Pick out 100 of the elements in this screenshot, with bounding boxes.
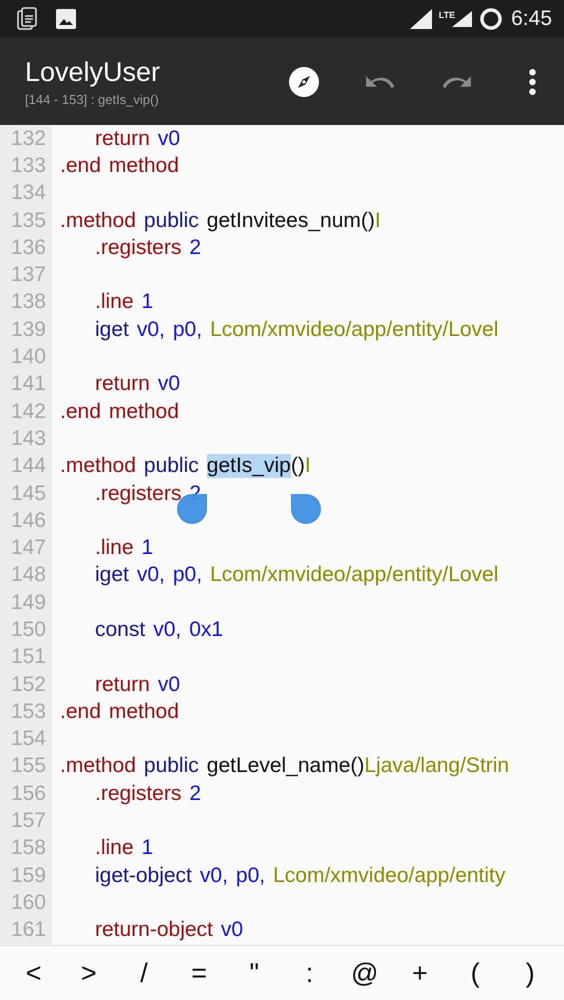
type-token: Ljava/lang/Strin [364, 754, 510, 778]
line-number: 143 [10, 426, 47, 451]
directive-token: method [108, 700, 179, 724]
directive-token: .registers [95, 236, 182, 260]
register-token: 2 [189, 782, 202, 806]
register-token: v0, [153, 618, 182, 642]
line-number: 159 [10, 864, 47, 888]
directive-token: return-object [95, 918, 213, 942]
name-token: getIs_vip [206, 454, 291, 478]
documents-icon [17, 7, 39, 31]
line-number: 132 [10, 126, 47, 151]
line-number: 145 [10, 482, 47, 506]
line-number: 151 [10, 645, 47, 670]
register-token: 1 [142, 290, 154, 314]
symbol-key[interactable]: : [290, 958, 330, 989]
symbol-key[interactable]: > [68, 958, 109, 989]
directive-token: .method [60, 754, 136, 778]
register-token: 1 [142, 536, 154, 560]
line-number: 140 [10, 345, 47, 370]
line-number: 136 [10, 236, 47, 260]
line-number: 153 [10, 700, 47, 724]
type-token: I [304, 454, 311, 478]
directive-token: method [108, 400, 179, 424]
line-number: 134 [10, 181, 47, 206]
name-token: getInvitees_num() [206, 208, 375, 233]
line-number: 154 [10, 727, 47, 752]
line-number: 147 [10, 536, 47, 560]
register-token: v0, [200, 864, 228, 888]
redo-icon [442, 76, 470, 88]
line-number: 156 [10, 782, 47, 806]
keyword-token: public [144, 754, 199, 778]
line-number: 144 [10, 454, 47, 478]
directive-token: .registers [95, 482, 182, 506]
register-token: v0 [158, 126, 180, 151]
register-token: p0, [172, 318, 202, 342]
symbol-key[interactable]: " [234, 958, 274, 989]
line-number: 146 [10, 508, 47, 533]
register-token: 1 [142, 836, 154, 860]
directive-token: .end [60, 400, 101, 424]
line-number: 135 [10, 208, 47, 233]
selection-handle[interactable] [290, 494, 321, 524]
directive-token: .end [60, 700, 101, 724]
line-number: 149 [10, 590, 47, 615]
line-number: 138 [10, 290, 47, 314]
network-type: LTE [438, 10, 456, 20]
line-number: 158 [10, 836, 47, 860]
keyword-token: public [144, 454, 199, 478]
line-number: 155 [10, 754, 47, 778]
symbol-key[interactable]: / [124, 958, 164, 989]
line-number: 157 [10, 809, 47, 834]
directive-token: .end [60, 154, 101, 178]
directive-token: return [95, 126, 150, 151]
signal-icon [408, 8, 433, 30]
line-number: 142 [10, 400, 47, 424]
directive-token: .line [95, 536, 134, 560]
symbol-key[interactable]: ( [455, 958, 496, 989]
battery-ring-icon [479, 7, 504, 31]
register-token: p0, [172, 563, 202, 588]
name-token: getLevel_name() [206, 754, 364, 778]
type-token: Lcom/xmvideo/app/entity/Lovel [210, 318, 498, 342]
line-number: 160 [10, 890, 47, 915]
directive-token: .method [60, 454, 136, 478]
undo-icon [366, 76, 394, 88]
name-token: () [290, 454, 305, 478]
directive-token: .registers [95, 782, 182, 806]
directive-token: .line [95, 836, 134, 860]
symbol-key[interactable]: ) [510, 958, 550, 989]
line-number: 133 [10, 154, 47, 178]
keyword-token: public [144, 208, 199, 233]
symbol-key[interactable]: < [14, 958, 54, 989]
type-token: Lcom/xmvideo/app/entity [273, 864, 506, 888]
line-number: 152 [10, 672, 47, 697]
keyword-token: iget-object [95, 864, 192, 888]
directive-token: .line [95, 290, 134, 314]
line-number: 139 [10, 318, 47, 342]
register-token: 0x1 [189, 618, 224, 642]
register-token: v0, [136, 318, 165, 342]
clock-time: 6:45 [511, 7, 552, 31]
more-icon [528, 68, 536, 94]
keyword-token: const [95, 618, 146, 642]
compass-button[interactable] [288, 66, 320, 98]
register-token: v0 [158, 372, 180, 396]
symbol-key[interactable]: @ [344, 958, 385, 989]
keyword-token: iget [95, 563, 129, 588]
register-token: v0, [136, 563, 165, 588]
register-token: p0, [236, 864, 266, 888]
symbol-key[interactable]: + [400, 958, 440, 989]
directive-token: method [108, 154, 179, 178]
line-number: 148 [10, 563, 47, 588]
line-number: 137 [10, 263, 47, 288]
line-number: 141 [10, 372, 47, 396]
keyword-token: iget [95, 318, 129, 342]
register-token: 2 [189, 236, 202, 260]
type-token: I [374, 208, 381, 233]
symbol-key[interactable]: = [179, 958, 220, 989]
register-token: v0 [220, 918, 244, 942]
register-token: v0 [158, 672, 180, 697]
directive-token: return [95, 672, 150, 697]
compass-icon [288, 66, 320, 98]
directive-token: return [95, 372, 150, 396]
